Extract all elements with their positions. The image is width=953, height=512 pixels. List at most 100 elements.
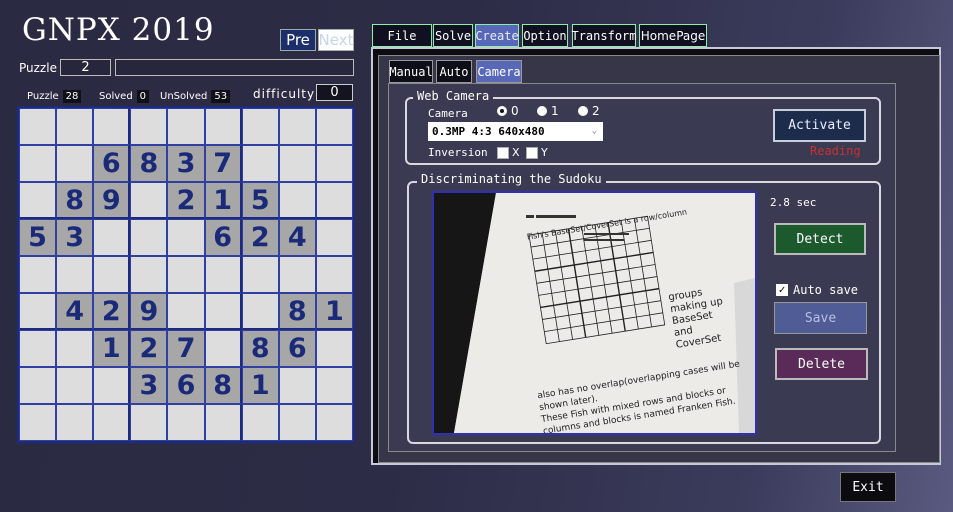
exit-button[interactable]: Exit	[840, 472, 896, 502]
resolution-select[interactable]: 0.3MP 4:3 640x480 ⌄	[428, 122, 603, 141]
sudoku-cell[interactable]: 8	[56, 182, 94, 219]
sudoku-cell[interactable]: 8	[278, 293, 316, 330]
camera-radio-1[interactable]: 1	[537, 104, 559, 118]
sudoku-cell[interactable]: 1	[204, 182, 242, 219]
tab-create[interactable]: Create	[475, 24, 519, 47]
sudoku-cell[interactable]: 1	[93, 330, 131, 367]
sudoku-cell[interactable]	[315, 219, 353, 256]
sudoku-cell[interactable]	[56, 404, 94, 441]
inversion-x-checkbox[interactable]: X	[497, 146, 520, 159]
sudoku-cell[interactable]	[278, 367, 316, 404]
sudoku-cell[interactable]	[167, 219, 205, 256]
sudoku-cell[interactable]: 3	[167, 145, 205, 182]
sudoku-cell[interactable]: 1	[241, 367, 279, 404]
sudoku-cell[interactable]	[315, 404, 353, 441]
tab-homepage[interactable]: HomePage	[639, 24, 707, 47]
tab-option[interactable]: Option	[522, 24, 568, 47]
tab-transform[interactable]: Transform	[571, 24, 637, 47]
sudoku-cell[interactable]	[315, 256, 353, 293]
sudoku-cell[interactable]: 8	[130, 145, 168, 182]
sudoku-cell[interactable]	[315, 182, 353, 219]
sudoku-cell[interactable]	[204, 293, 242, 330]
sudoku-cell[interactable]: 2	[130, 330, 168, 367]
sudoku-cell[interactable]	[93, 256, 131, 293]
sudoku-cell[interactable]	[56, 256, 94, 293]
sudoku-cell[interactable]: 7	[167, 330, 205, 367]
sudoku-cell[interactable]	[19, 145, 57, 182]
tab-file[interactable]: File	[372, 24, 432, 47]
sudoku-cell[interactable]	[56, 145, 94, 182]
sudoku-cell[interactable]	[315, 367, 353, 404]
delete-button[interactable]: Delete	[775, 348, 868, 380]
save-button[interactable]: Save	[774, 302, 867, 334]
sudoku-cell[interactable]	[278, 108, 316, 145]
sudoku-cell[interactable]	[93, 367, 131, 404]
subtab-manual[interactable]: Manual	[389, 60, 433, 83]
camera-radio-2[interactable]: 2	[578, 104, 600, 118]
puzzle-number-field[interactable]: 2	[60, 59, 111, 76]
sudoku-cell[interactable]	[93, 219, 131, 256]
next-button[interactable]: Next	[318, 29, 354, 51]
sudoku-cell[interactable]	[315, 108, 353, 145]
sudoku-cell[interactable]: 7	[204, 145, 242, 182]
sudoku-cell[interactable]	[204, 256, 242, 293]
sudoku-cell[interactable]: 6	[167, 367, 205, 404]
sudoku-cell[interactable]	[278, 145, 316, 182]
sudoku-cell[interactable]	[56, 108, 94, 145]
sudoku-cell[interactable]	[130, 404, 168, 441]
sudoku-cell[interactable]: 1	[315, 293, 353, 330]
sudoku-cell[interactable]: 3	[56, 219, 94, 256]
sudoku-cell[interactable]	[204, 330, 242, 367]
sudoku-cell[interactable]	[167, 108, 205, 145]
sudoku-cell[interactable]	[167, 256, 205, 293]
sudoku-cell[interactable]	[204, 108, 242, 145]
sudoku-cell[interactable]	[130, 219, 168, 256]
sudoku-cell[interactable]	[278, 182, 316, 219]
sudoku-cell[interactable]	[19, 293, 57, 330]
sudoku-cell[interactable]	[315, 145, 353, 182]
subtab-auto[interactable]: Auto	[436, 60, 472, 83]
sudoku-cell[interactable]: 9	[93, 182, 131, 219]
sudoku-cell[interactable]: 2	[93, 293, 131, 330]
sudoku-cell[interactable]	[241, 256, 279, 293]
detect-button[interactable]: Detect	[774, 223, 866, 255]
sudoku-cell[interactable]	[130, 108, 168, 145]
sudoku-cell[interactable]	[56, 367, 94, 404]
sudoku-cell[interactable]	[93, 108, 131, 145]
activate-button[interactable]: Activate	[773, 109, 866, 142]
sudoku-cell[interactable]	[19, 108, 57, 145]
sudoku-cell[interactable]	[56, 330, 94, 367]
puzzle-name-field[interactable]	[115, 59, 354, 76]
sudoku-cell[interactable]	[278, 256, 316, 293]
sudoku-cell[interactable]	[167, 293, 205, 330]
sudoku-cell[interactable]	[241, 293, 279, 330]
sudoku-cell[interactable]: 4	[278, 219, 316, 256]
sudoku-cell[interactable]	[278, 404, 316, 441]
sudoku-cell[interactable]	[19, 367, 57, 404]
sudoku-cell[interactable]: 5	[19, 219, 57, 256]
sudoku-cell[interactable]	[241, 108, 279, 145]
sudoku-cell[interactable]	[204, 404, 242, 441]
sudoku-cell[interactable]	[19, 182, 57, 219]
sudoku-cell[interactable]: 6	[204, 219, 242, 256]
sudoku-cell[interactable]: 2	[241, 219, 279, 256]
sudoku-cell[interactable]	[93, 404, 131, 441]
subtab-camera[interactable]: Camera	[476, 60, 522, 83]
camera-radio-0[interactable]: 0	[497, 104, 519, 118]
sudoku-cell[interactable]	[241, 145, 279, 182]
sudoku-cell[interactable]: 8	[241, 330, 279, 367]
sudoku-cell[interactable]: 3	[130, 367, 168, 404]
previous-button[interactable]: Pre	[280, 29, 316, 51]
sudoku-cell[interactable]	[167, 404, 205, 441]
sudoku-cell[interactable]: 6	[278, 330, 316, 367]
sudoku-cell[interactable]: 5	[241, 182, 279, 219]
sudoku-cell[interactable]: 4	[56, 293, 94, 330]
autosave-checkbox[interactable]: ✓ Auto save	[776, 283, 858, 297]
sudoku-cell[interactable]	[130, 182, 168, 219]
sudoku-cell[interactable]: 9	[130, 293, 168, 330]
inversion-y-checkbox[interactable]: Y	[526, 146, 548, 159]
sudoku-cell[interactable]: 8	[204, 367, 242, 404]
sudoku-grid[interactable]: 6837892155362442981127863681	[17, 106, 355, 443]
sudoku-cell[interactable]	[19, 256, 57, 293]
sudoku-cell[interactable]	[130, 256, 168, 293]
